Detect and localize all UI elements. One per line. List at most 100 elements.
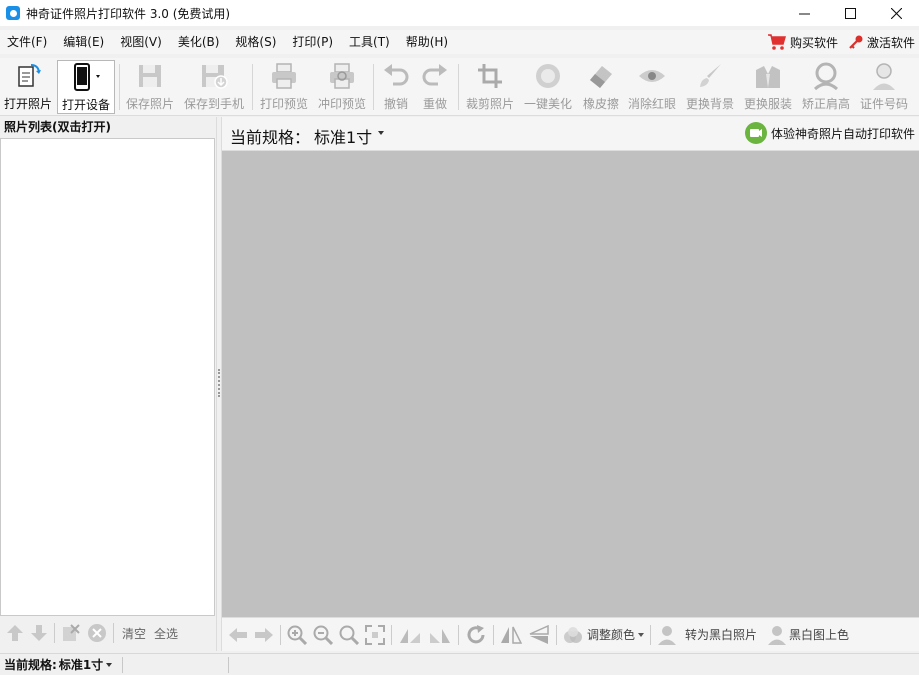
menu-print[interactable]: 打印(P) bbox=[284, 30, 341, 54]
id-number-label: 证件号码 bbox=[859, 97, 908, 111]
save-photo-button[interactable]: 保存照片 bbox=[124, 60, 176, 114]
maximize-icon bbox=[844, 7, 856, 19]
promo-link[interactable]: 体验神奇照片自动打印软件 bbox=[744, 122, 915, 144]
arrow-left-icon bbox=[229, 627, 247, 642]
shoulder-icon bbox=[813, 62, 839, 91]
status-separator bbox=[228, 657, 229, 673]
arrow-up-icon bbox=[7, 625, 23, 641]
adjust-color-label: 调整颜色 bbox=[587, 628, 636, 642]
current-spec-dropdown[interactable]: 标准1寸 bbox=[314, 124, 372, 148]
toolbar-separator bbox=[373, 64, 374, 110]
toolbar-separator bbox=[113, 623, 114, 643]
photo-list-toolbar: 清空 全选 bbox=[0, 617, 216, 649]
menu-beautify[interactable]: 美化(B) bbox=[170, 30, 228, 54]
chevron-down-icon bbox=[638, 632, 645, 637]
promo-text: 体验神奇照片自动打印软件 bbox=[770, 126, 915, 141]
develop-preview-label: 冲印预览 bbox=[317, 97, 366, 111]
crop-photo-label: 裁剪照片 bbox=[465, 97, 514, 111]
id-number-button[interactable]: 证件号码 bbox=[858, 60, 910, 114]
remove-photo-button[interactable] bbox=[61, 623, 81, 643]
skew-left-button[interactable] bbox=[398, 625, 422, 645]
open-device-label: 打开设备 bbox=[61, 98, 110, 112]
redo-button[interactable]: 重做 bbox=[417, 60, 453, 114]
fit-screen-button[interactable] bbox=[365, 624, 385, 645]
open-device-button[interactable]: 打开设备 bbox=[57, 60, 115, 114]
remove-red-eye-button[interactable]: 消除红眼 bbox=[626, 60, 678, 114]
eraser-button[interactable]: 橡皮擦 bbox=[580, 60, 622, 114]
menu-right-group: 购买软件 激活软件 bbox=[757, 30, 915, 54]
person-icon bbox=[768, 625, 787, 645]
beautify-icon bbox=[536, 64, 560, 88]
next-button[interactable] bbox=[254, 627, 274, 643]
bw-colorize-button[interactable]: 黑白图上色 bbox=[767, 624, 849, 646]
circle-x-icon bbox=[88, 624, 106, 642]
redo-icon bbox=[422, 64, 447, 86]
zoom-in-button[interactable] bbox=[287, 625, 307, 645]
print-preview-button[interactable]: 打印预览 bbox=[258, 60, 310, 114]
select-all-button[interactable]: 全选 bbox=[154, 625, 178, 642]
toolbar-separator bbox=[280, 624, 281, 645]
close-button[interactable] bbox=[873, 0, 919, 26]
develop-preview-button[interactable]: 冲印预览 bbox=[316, 60, 368, 114]
photo-list[interactable] bbox=[0, 138, 215, 616]
menu-help[interactable]: 帮助(H) bbox=[398, 30, 456, 54]
buy-software-button[interactable]: 购买软件 bbox=[767, 33, 838, 51]
arrow-down-icon bbox=[31, 625, 47, 641]
delete-button[interactable] bbox=[87, 623, 107, 643]
rotate-icon bbox=[467, 624, 485, 643]
menu-edit[interactable]: 编辑(E) bbox=[55, 30, 112, 54]
minimize-button[interactable] bbox=[781, 0, 827, 26]
flip-horizontal-icon bbox=[501, 626, 522, 644]
move-down-button[interactable] bbox=[30, 624, 48, 642]
app-logo-icon bbox=[6, 6, 20, 20]
canvas-toolbar: 调整颜色 转为黑白照片 黑白图上色 bbox=[222, 617, 919, 651]
clear-list-button[interactable]: 清空 bbox=[122, 625, 146, 642]
change-background-button[interactable]: 更换背景 bbox=[684, 60, 736, 114]
flip-vertical-button[interactable] bbox=[528, 624, 550, 645]
save-to-phone-button[interactable]: 保存到手机 bbox=[182, 60, 246, 114]
open-photo-button[interactable]: 打开照片 bbox=[2, 60, 54, 114]
crop-photo-button[interactable]: 裁剪照片 bbox=[463, 60, 517, 114]
flip-vertical-icon bbox=[529, 624, 549, 644]
remove-red-eye-label: 消除红眼 bbox=[627, 97, 676, 111]
menu-spec[interactable]: 规格(S) bbox=[227, 30, 284, 54]
photo-canvas[interactable] bbox=[222, 151, 919, 617]
move-up-button[interactable] bbox=[6, 624, 24, 642]
save-icon bbox=[139, 65, 161, 87]
photo-list-panel: 照片列表(双击打开) 清空 全选 bbox=[0, 117, 216, 651]
chevron-down-icon[interactable] bbox=[378, 131, 384, 135]
undo-icon bbox=[384, 64, 409, 86]
key-icon bbox=[849, 35, 863, 49]
adjust-color-button[interactable]: 调整颜色 bbox=[563, 626, 645, 644]
one-click-beautify-button[interactable]: 一键美化 bbox=[521, 60, 575, 114]
zoom-out-icon bbox=[313, 625, 333, 645]
crop-icon bbox=[478, 64, 502, 88]
previous-button[interactable] bbox=[228, 627, 248, 643]
status-bar: 当前规格: 标准1寸 bbox=[0, 653, 919, 675]
status-spec-dropdown[interactable]: 标准1寸 bbox=[59, 656, 103, 673]
fix-shoulder-button[interactable]: 矫正肩高 bbox=[800, 60, 852, 114]
toolbar-separator bbox=[458, 64, 459, 110]
print-preview-label: 打印预览 bbox=[259, 97, 308, 111]
change-clothes-button[interactable]: 更换服装 bbox=[742, 60, 794, 114]
undo-button[interactable]: 撤销 bbox=[378, 60, 414, 114]
zoom-actual-button[interactable] bbox=[339, 625, 359, 645]
activate-software-button[interactable]: 激活软件 bbox=[848, 34, 915, 51]
zoom-out-button[interactable] bbox=[313, 625, 333, 645]
cart-icon bbox=[767, 34, 786, 50]
main-toolbar: 打开照片 打开设备 保存照片 保存到手机 打印预览 冲印预览 撤销 重做 裁剪照… bbox=[0, 58, 919, 116]
menu-file[interactable]: 文件(F) bbox=[0, 30, 55, 54]
flip-horizontal-button[interactable] bbox=[500, 625, 522, 645]
to-black-white-button[interactable]: 转为黑白照片 bbox=[657, 624, 757, 646]
menu-view[interactable]: 视图(V) bbox=[112, 30, 170, 54]
chevron-down-icon[interactable] bbox=[106, 662, 113, 667]
toolbar-separator bbox=[391, 624, 392, 645]
open-photo-icon bbox=[18, 64, 41, 87]
menu-tools[interactable]: 工具(T) bbox=[341, 30, 398, 54]
rotate-button[interactable] bbox=[465, 624, 487, 646]
remove-photo-icon bbox=[63, 624, 80, 641]
current-spec-label: 当前规格： bbox=[230, 128, 311, 147]
title-bar: 神奇证件照片打印软件 3.0 (免费试用) bbox=[0, 0, 919, 26]
skew-right-button[interactable] bbox=[428, 625, 452, 645]
maximize-button[interactable] bbox=[827, 0, 873, 26]
